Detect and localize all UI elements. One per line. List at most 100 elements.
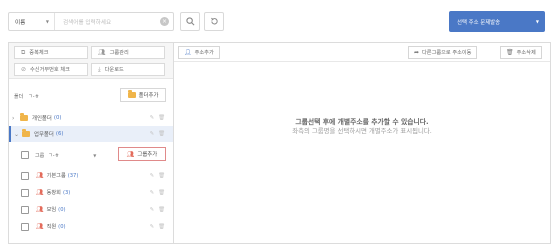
send-selected-button[interactable]: 선택 주소 문제발송 ▼ — [449, 11, 545, 32]
trash-icon[interactable]: 🗑︎ — [158, 115, 165, 121]
users-icon: 👥︎ — [36, 172, 44, 179]
row-actions: ✎ 🗑︎ — [150, 173, 165, 179]
group-item[interactable]: 👥︎ 모임 (0) ✎ 🗑︎ — [21, 201, 173, 218]
edit-icon[interactable]: ✎ — [150, 115, 155, 121]
move-group-label: 다른그룹으로 주소이동 — [422, 50, 472, 56]
group-checkbox[interactable] — [21, 205, 29, 214]
edit-icon[interactable]: ✎ — [150, 224, 155, 230]
delete-address-label: 주소삭제 — [516, 50, 536, 56]
download-button[interactable]: ⤓ 다운로드 — [91, 63, 165, 76]
send-selected-label: 선택 주소 문제발송 — [457, 19, 501, 26]
duplicate-check-label: 중복체크 — [29, 50, 49, 56]
trash-icon[interactable]: 🗑︎ — [158, 173, 165, 179]
group-manage-label: 그룹관리 — [109, 50, 129, 56]
group-name: 직원 — [46, 224, 57, 230]
trash-icon[interactable]: 🗑︎ — [158, 207, 165, 213]
user-icon: 👤︎ — [184, 49, 192, 56]
group-count: (37) — [67, 172, 79, 179]
row-actions: ✎ 🗑︎ — [150, 131, 165, 137]
group-name: 모임 — [46, 207, 57, 213]
reject-number-check-button[interactable]: ⊘ 수신거부번호 체크 — [14, 63, 88, 76]
trash-icon: 🗑︎ — [506, 49, 514, 56]
folder-icon — [127, 90, 136, 98]
folder-add-button[interactable]: 폴더추가 — [120, 88, 166, 102]
search-field-select[interactable]: 이름 ▼ — [9, 13, 55, 30]
users-icon: 👥︎ — [36, 223, 44, 230]
users-icon: 👥︎ — [98, 49, 106, 56]
row-actions: ✎ 🗑︎ — [150, 115, 165, 121]
users-icon: 👥︎ — [36, 189, 44, 196]
address-toolbar: 👤︎ 주소추가 ➦ 다른그룹으로 주소이동 🗑︎ 주소삭제 — [174, 43, 550, 62]
add-address-label: 주소추가 — [194, 50, 214, 56]
chevron-down-icon[interactable]: ⌄ — [14, 131, 22, 138]
trash-icon[interactable]: 🗑︎ — [158, 131, 165, 137]
group-name: 동창회 — [46, 190, 61, 196]
edit-icon[interactable]: ✎ — [150, 190, 155, 196]
group-manage-button[interactable]: 👥︎ 그룹관리 — [91, 46, 165, 59]
folder-icon — [22, 129, 30, 137]
group-sort-label: 그룹 — [35, 152, 45, 159]
search-icon — [185, 17, 194, 26]
users-icon: 👥︎ — [36, 206, 44, 213]
chevron-right-icon[interactable]: › — [12, 115, 20, 122]
delete-address-button[interactable]: 🗑︎ 주소삭제 — [500, 46, 542, 59]
group-checkbox[interactable] — [21, 188, 29, 197]
group-add-button[interactable]: 👥︎ 그룹추가 — [118, 147, 166, 161]
group-checkbox[interactable] — [21, 171, 29, 180]
tool-buttons: ⧉ 중복체크 👥︎ 그룹관리 ⊘ 수신거부번호 체크 ⤓ 다운로드 — [9, 43, 173, 79]
row-actions: ✎ 🗑︎ — [150, 190, 165, 196]
folder-sort-value: ㄱ-ㅎ — [28, 93, 40, 100]
chevron-down-icon[interactable]: ▼ — [93, 153, 96, 158]
folder-name: 업무폴더 — [34, 132, 54, 138]
chevron-down-icon: ▼ — [535, 19, 539, 24]
refresh-icon — [210, 17, 218, 25]
trash-icon[interactable]: 🗑︎ — [158, 224, 165, 230]
group-count: (0) — [58, 206, 66, 213]
folder-item-work[interactable]: ⌄ 업무폴더 (6) ✎ 🗑︎ — [9, 126, 173, 142]
duplicate-check-button[interactable]: ⧉ 중복체크 — [14, 46, 88, 59]
group-item[interactable]: 👥︎ 기본그룹 (37) ✎ 🗑︎ — [21, 167, 173, 184]
group-item[interactable]: 👥︎ 동창회 (3) ✎ 🗑︎ — [21, 184, 173, 201]
search-bar: 이름 ▼ 검색어를 입력하세요 × — [8, 12, 174, 31]
search-field-label: 이름 — [15, 19, 26, 26]
download-label: 다운로드 — [104, 67, 124, 73]
share-arrow-icon: ➦ — [414, 49, 420, 56]
edit-icon[interactable]: ✎ — [150, 207, 155, 213]
edit-icon[interactable]: ✎ — [150, 131, 155, 137]
folder-count: (0) — [53, 115, 62, 121]
folder-name: 개인폴더 — [32, 116, 52, 122]
right-panel: 👤︎ 주소추가 ➦ 다른그룹으로 주소이동 🗑︎ 주소삭제 그룹선택 후에 개별… — [174, 42, 551, 244]
refresh-button[interactable] — [204, 12, 224, 31]
group-checkbox[interactable] — [21, 222, 29, 231]
users-icon: 👥︎ — [126, 150, 135, 158]
empty-state-description: 좌측의 그룹명을 선택하시면 개별주소가 표시됩니다. — [292, 127, 432, 135]
group-count: (3) — [62, 189, 71, 196]
group-count: (0) — [58, 223, 66, 230]
group-sort-value[interactable]: ㄱ-ㅎ — [48, 152, 59, 159]
group-name: 기본그룹 — [46, 173, 66, 179]
group-add-label: 그룹추가 — [137, 152, 158, 158]
empty-state-title: 그룹선택 후에 개별주소를 추가할 수 있습니다. — [295, 118, 429, 126]
group-item[interactable]: 👥︎ 직원 (0) ✎ 🗑︎ — [21, 218, 173, 235]
add-address-button[interactable]: 👤︎ 주소추가 — [178, 46, 220, 59]
download-icon: ⤓ — [98, 65, 101, 73]
trash-icon[interactable]: 🗑︎ — [158, 190, 165, 196]
search-input[interactable]: 검색어를 입력하세요 — [55, 13, 160, 30]
chevron-down-icon: ▼ — [45, 19, 49, 24]
folder-sort-label: 폴더 — [14, 93, 24, 100]
folder-icon — [20, 113, 28, 121]
folder-count: (6) — [55, 131, 64, 137]
row-actions: ✎ 🗑︎ — [150, 224, 165, 230]
reject-number-check-label: 수신거부번호 체크 — [30, 67, 70, 73]
move-group-button[interactable]: ➦ 다른그룹으로 주소이동 — [408, 46, 478, 59]
clear-icon[interactable]: × — [160, 17, 169, 26]
row-actions: ✎ 🗑︎ — [150, 207, 165, 213]
left-panel: ⧉ 중복체크 👥︎ 그룹관리 ⊘ 수신거부번호 체크 ⤓ 다운로드 폴더 ㄱ-ㅎ… — [8, 42, 174, 244]
select-all-checkbox[interactable] — [21, 151, 29, 159]
block-icon: ⊘ — [21, 66, 27, 73]
copy-icon: ⧉ — [21, 48, 26, 56]
folder-item-personal[interactable]: › 개인폴더 (0) ✎ 🗑︎ — [9, 110, 173, 126]
folder-add-label: 폴더추가 — [138, 93, 159, 99]
edit-icon[interactable]: ✎ — [150, 173, 155, 179]
search-button[interactable] — [180, 12, 200, 31]
